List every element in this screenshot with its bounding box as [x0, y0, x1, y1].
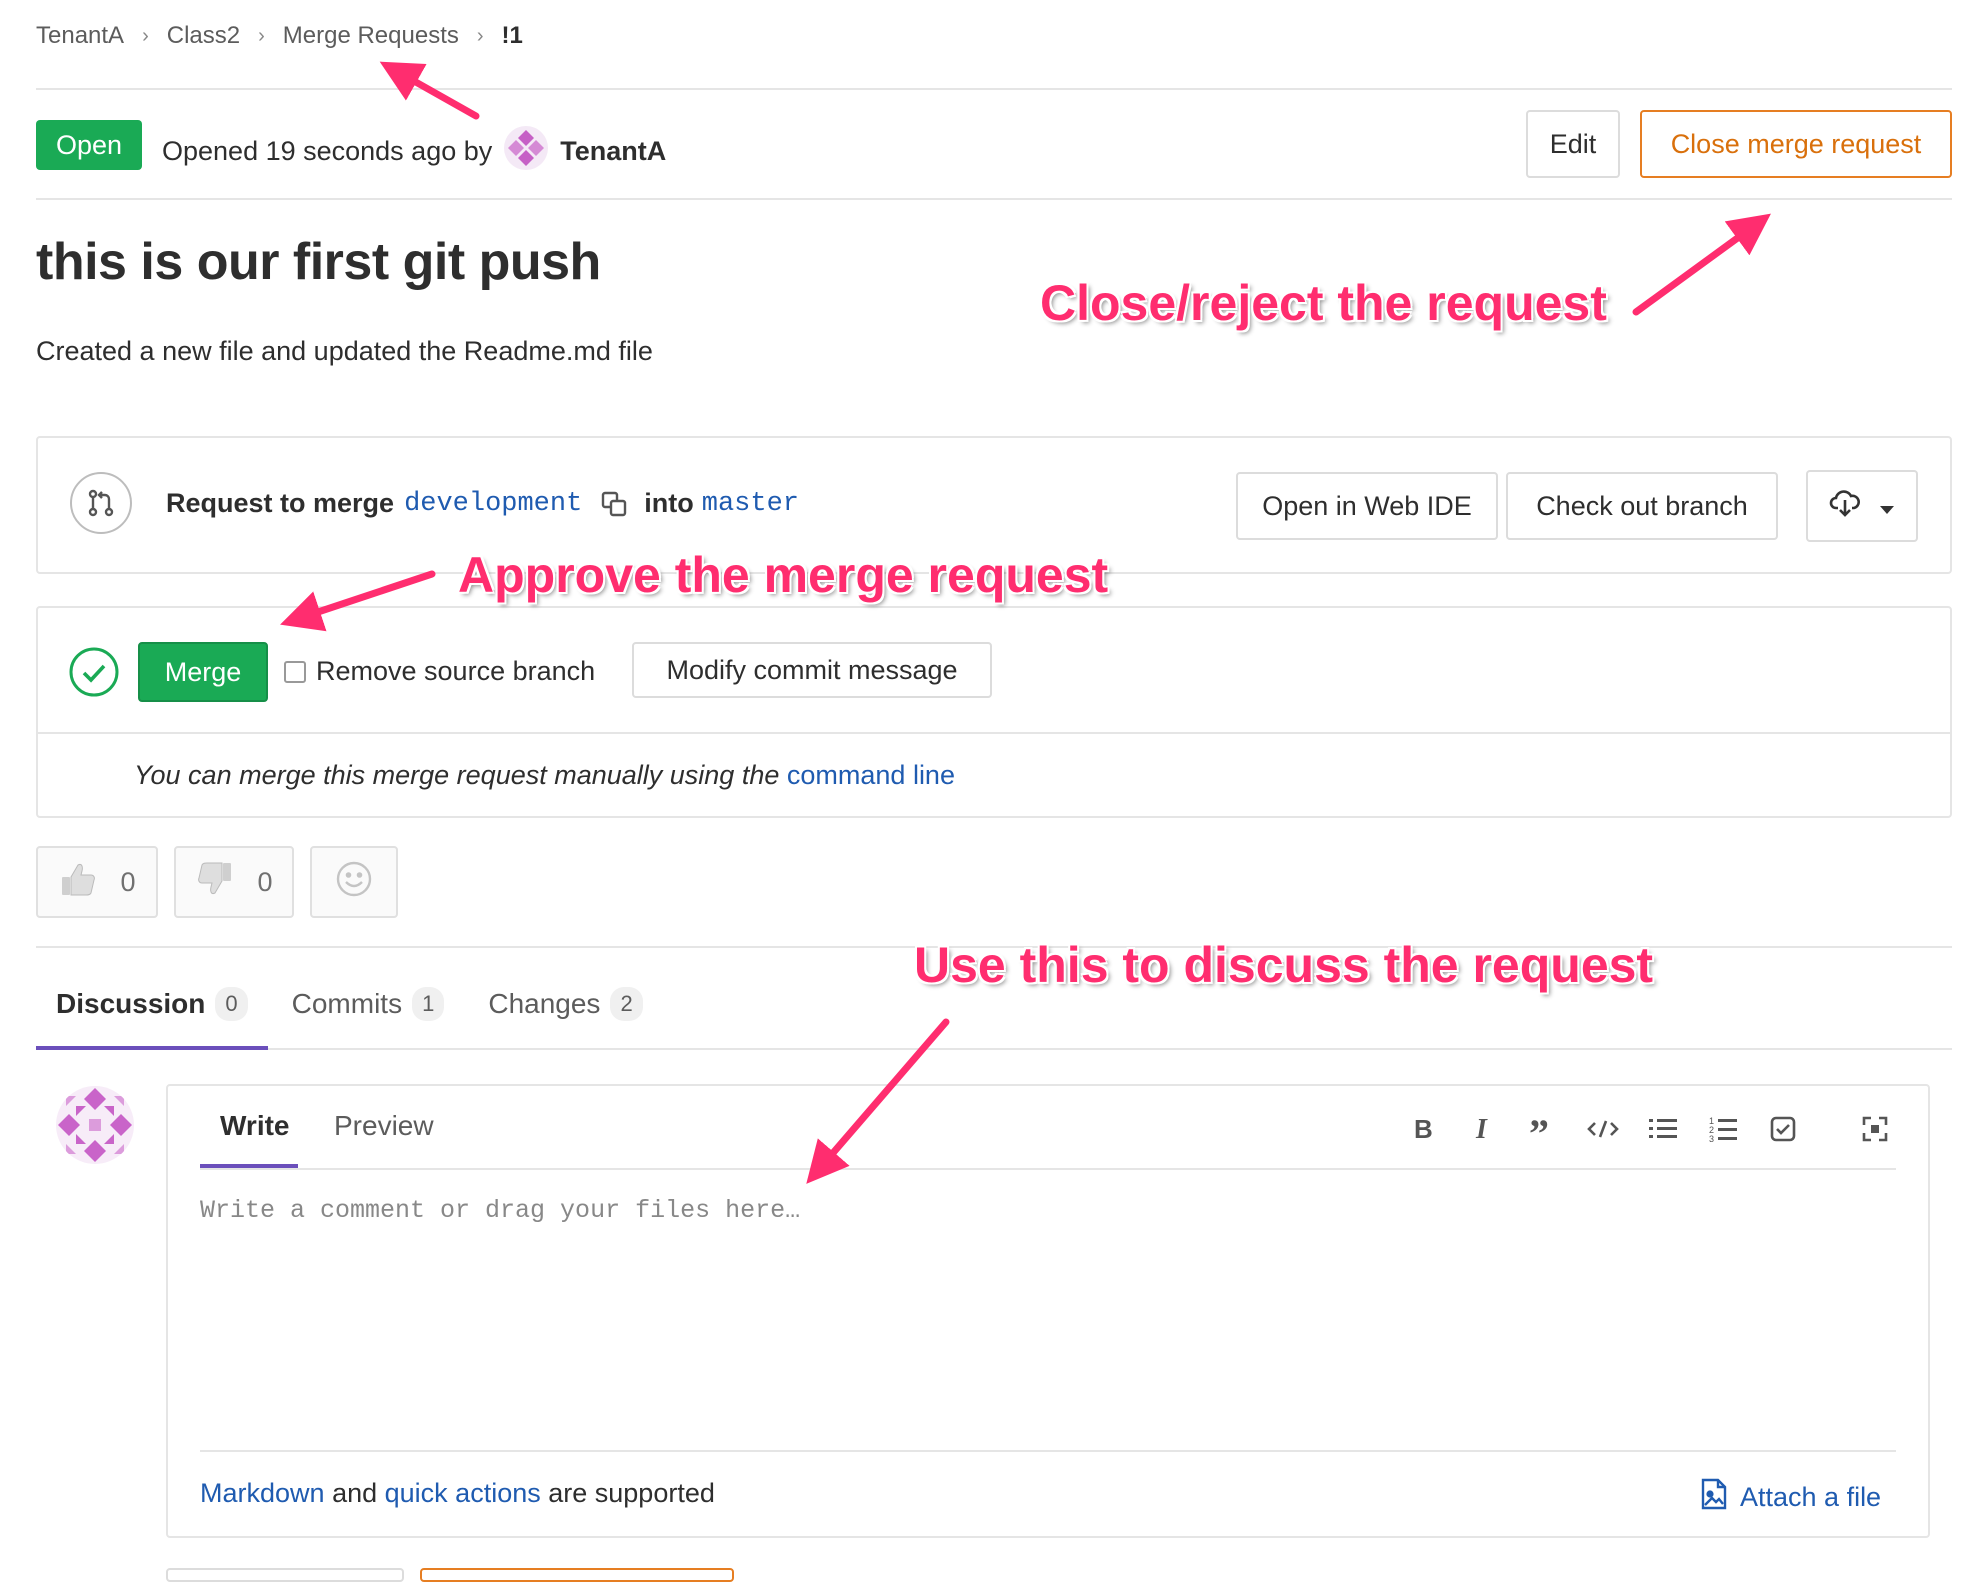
divider [36, 1048, 1952, 1050]
remove-source-branch-label[interactable]: Remove source branch [316, 656, 595, 687]
mr-description: Created a new file and updated the Readm… [36, 336, 653, 366]
comment-textarea[interactable]: Write a comment or drag your files here… [200, 1196, 800, 1225]
smiley-icon [335, 860, 373, 905]
merge-branches-text: Request to merge development into master [166, 488, 799, 519]
download-dropdown-button[interactable] [1806, 470, 1918, 542]
thumbs-down-icon [195, 859, 235, 906]
merge-button[interactable]: Merge [138, 642, 268, 702]
divider [36, 88, 1952, 90]
numbered-list-icon[interactable]: 1 2 3 [1706, 1112, 1740, 1146]
tab-preview[interactable]: Preview [334, 1110, 434, 1142]
arrow-breadcrumb [379, 61, 480, 120]
active-tab-indicator [200, 1164, 298, 1168]
opened-info: Opened 19 seconds ago by TenantA [162, 126, 666, 177]
close-merge-request-button[interactable]: Close merge request [1640, 110, 1952, 178]
status-success-icon [68, 646, 120, 703]
tab-count: 1 [412, 987, 445, 1021]
image-icon [1700, 1478, 1728, 1517]
chevron-right-icon: › [142, 24, 149, 47]
thumbs-up-award[interactable]: 0 [36, 846, 158, 918]
open-web-ide-button[interactable]: Open in Web IDE [1236, 472, 1498, 540]
breadcrumb-item[interactable]: Class2 [167, 22, 240, 50]
status-badge: Open [36, 120, 142, 170]
manual-merge-text: You can merge this merge request manuall… [134, 760, 780, 790]
close-merge-request-button-bottom[interactable] [420, 1568, 734, 1582]
thumbs-down-award[interactable]: 0 [174, 846, 294, 918]
author-name[interactable]: TenantA [560, 136, 666, 167]
quote-icon[interactable]: ” [1526, 1112, 1560, 1146]
opened-text: Opened 19 seconds ago by [162, 136, 493, 166]
active-tab-indicator [36, 1046, 268, 1050]
note-text: are supported [548, 1478, 715, 1508]
attach-label: Attach a file [1740, 1482, 1882, 1512]
copy-icon[interactable] [600, 490, 628, 518]
command-line-link[interactable]: command line [787, 760, 955, 790]
quick-actions-link[interactable]: quick actions [385, 1478, 541, 1508]
thumbs-up-icon [58, 859, 98, 906]
page-title: this is our first git push [36, 233, 601, 291]
markdown-note: Markdown and quick actions are supported [200, 1478, 715, 1509]
tab-write[interactable]: Write [220, 1110, 290, 1142]
avatar-small[interactable] [504, 126, 549, 177]
tab-label: Changes [488, 988, 601, 1019]
edit-button[interactable]: Edit [1526, 110, 1620, 178]
comment-button[interactable] [166, 1568, 404, 1582]
caret-down-icon [1879, 491, 1895, 522]
source-branch[interactable]: development [404, 489, 582, 519]
svg-text:”: ” [1529, 1117, 1549, 1141]
fullscreen-icon[interactable] [1858, 1112, 1892, 1146]
breadcrumb-current[interactable]: !1 [502, 22, 523, 50]
remove-source-branch-option: Remove source branch [284, 656, 595, 687]
note-text: and [332, 1478, 378, 1508]
tab-discussion[interactable]: Discussion 0 [36, 976, 268, 1032]
avatar[interactable] [56, 1086, 134, 1164]
merge-request-icon [70, 472, 132, 534]
bullet-list-icon[interactable] [1646, 1112, 1680, 1146]
breadcrumb-item[interactable]: Merge Requests [283, 22, 459, 50]
merge-into: into [644, 488, 694, 518]
modify-commit-message-button[interactable]: Modify commit message [632, 642, 992, 698]
tab-commits[interactable]: Commits 1 [272, 976, 465, 1032]
chevron-right-icon: › [476, 24, 484, 47]
svg-text:B: B [1414, 1116, 1433, 1142]
tab-count: 0 [215, 987, 248, 1021]
breadcrumb: TenantA › Class2 › Merge Requests › !1 [36, 22, 523, 50]
identicon-icon [504, 126, 549, 170]
svg-text:I: I [1475, 1116, 1488, 1142]
markdown-link[interactable]: Markdown [200, 1478, 325, 1508]
tab-changes[interactable]: Changes 2 [468, 976, 662, 1032]
chevron-right-icon: › [258, 24, 265, 47]
tab-label: Discussion [56, 988, 206, 1019]
merge-prefix: Request to merge [166, 488, 395, 518]
comment-editor [166, 1084, 1930, 1538]
annotation-close: Close/reject the request [1040, 275, 1607, 331]
check-out-branch-button[interactable]: Check out branch [1506, 472, 1778, 540]
divider [200, 1168, 1896, 1170]
thumbs-up-count: 0 [120, 866, 136, 897]
svg-text:3: 3 [1709, 1134, 1714, 1142]
divider [38, 732, 1950, 734]
bold-icon[interactable]: B [1406, 1112, 1440, 1146]
italic-icon[interactable]: I [1466, 1112, 1500, 1146]
thumbs-down-count: 0 [257, 866, 273, 897]
tab-count: 2 [610, 987, 643, 1021]
tab-label: Commits [291, 988, 403, 1019]
cloud-download-icon [1829, 488, 1861, 525]
divider [200, 1450, 1896, 1452]
mr-tabs: Discussion 0 Commits 1 Changes 2 [36, 976, 663, 1032]
target-branch[interactable]: master [702, 489, 799, 519]
code-icon[interactable] [1586, 1112, 1620, 1146]
annotation-approve: Approve the merge request [458, 547, 1109, 603]
manual-merge-hint: You can merge this merge request manuall… [134, 760, 955, 791]
annotation-discuss: Use this to discuss the request [914, 937, 1654, 993]
divider [36, 198, 1952, 200]
attach-file-button[interactable]: Attach a file [1700, 1478, 1881, 1517]
remove-source-branch-checkbox[interactable] [284, 660, 306, 683]
task-list-icon[interactable] [1766, 1112, 1800, 1146]
breadcrumb-item[interactable]: TenantA [36, 22, 124, 50]
arrow-close [1632, 213, 1771, 316]
add-reaction-button[interactable] [310, 846, 398, 918]
